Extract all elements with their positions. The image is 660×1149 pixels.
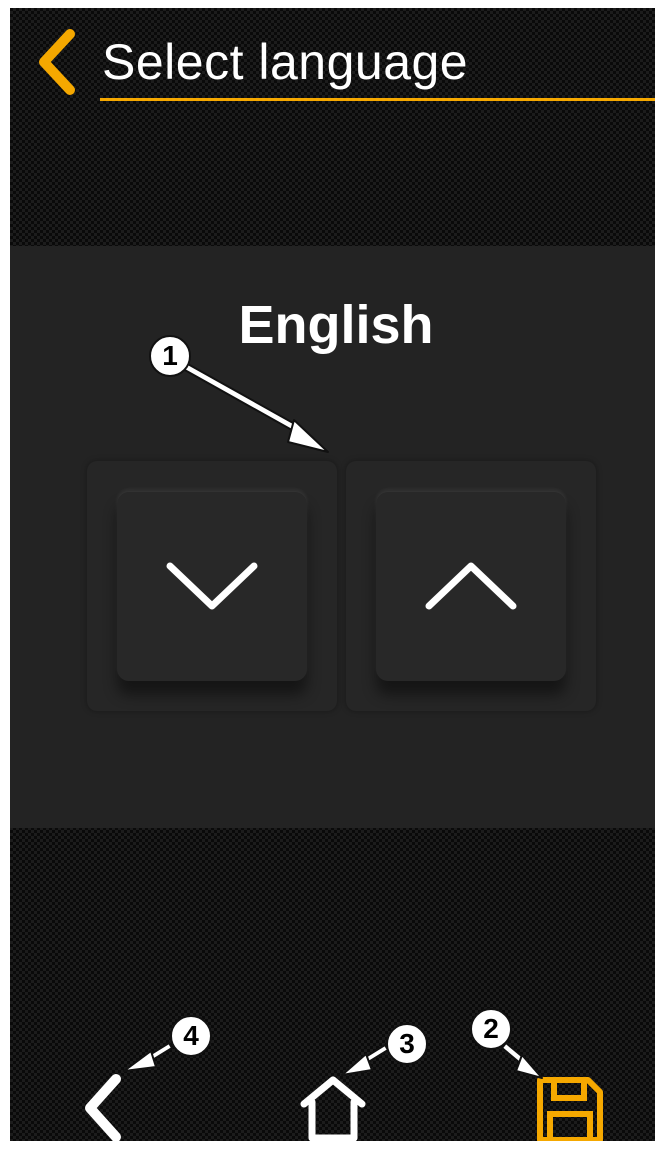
callout-3: 3: [386, 1023, 428, 1065]
callout-2: 2: [470, 1008, 512, 1050]
device-screen: Select language English 1 2 3 4: [10, 8, 655, 1141]
annotation-arrows: [123, 362, 543, 1079]
callout-4: 4: [170, 1015, 212, 1057]
callout-1: 1: [149, 335, 191, 377]
